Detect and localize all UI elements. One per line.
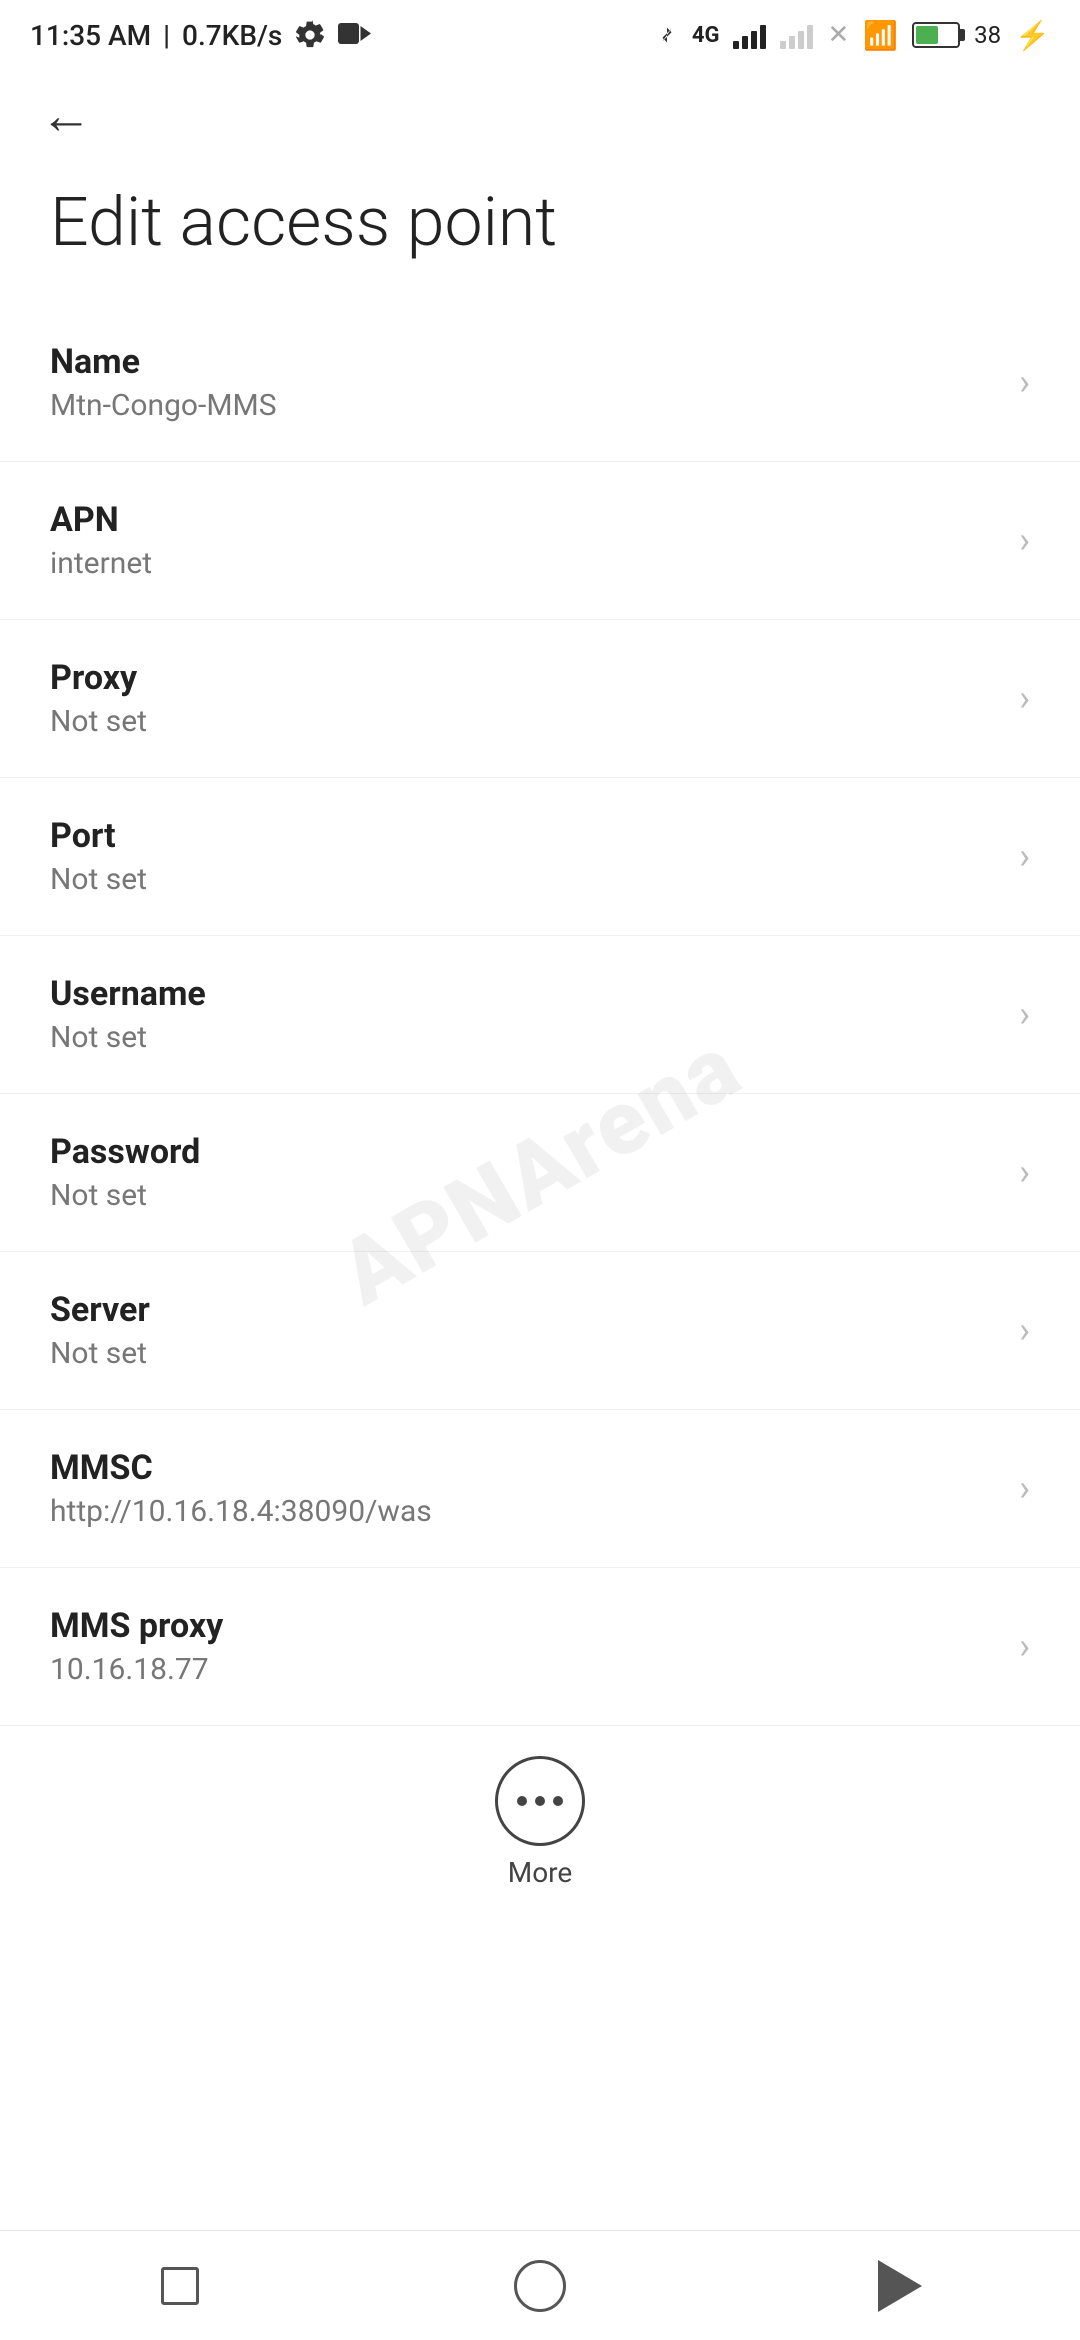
- settings-label-server: Server: [50, 1290, 999, 1330]
- settings-label-mmsc: MMSC: [50, 1448, 999, 1488]
- settings-item-password[interactable]: Password Not set ›: [0, 1094, 1080, 1252]
- settings-value-name: Mtn-Congo-MMS: [50, 388, 999, 423]
- settings-item-mms-proxy[interactable]: MMS proxy 10.16.18.77 ›: [0, 1568, 1080, 1726]
- settings-value-server: Not set: [50, 1336, 999, 1371]
- settings-label-proxy: Proxy: [50, 658, 999, 698]
- settings-item-mms-proxy-content: MMS proxy 10.16.18.77: [50, 1606, 999, 1687]
- status-right: 4G ✕ 📶 38 ⚡: [656, 19, 1050, 52]
- signal-bars-primary: [733, 21, 766, 49]
- settings-label-mms-proxy: MMS proxy: [50, 1606, 999, 1646]
- more-dot-1: [517, 1796, 527, 1806]
- chevron-name: ›: [1019, 361, 1030, 403]
- bluetooth-icon: [656, 20, 678, 50]
- battery-indicator: [912, 22, 960, 48]
- top-nav: ←: [0, 70, 1080, 152]
- settings-item-mmsc[interactable]: MMSC http://10.16.18.4:38090/was ›: [0, 1410, 1080, 1568]
- settings-item-server-content: Server Not set: [50, 1290, 999, 1371]
- nav-circle-icon: [514, 2260, 566, 2312]
- back-button[interactable]: ←: [40, 85, 92, 146]
- chevron-proxy: ›: [1019, 677, 1030, 719]
- signal-bars-secondary: [780, 21, 813, 49]
- settings-item-username[interactable]: Username Not set ›: [0, 936, 1080, 1094]
- more-dot-3: [553, 1796, 563, 1806]
- network-4g: 4G: [692, 23, 720, 48]
- settings-label-username: Username: [50, 974, 999, 1014]
- settings-item-port[interactable]: Port Not set ›: [0, 778, 1080, 936]
- settings-value-username: Not set: [50, 1020, 999, 1055]
- status-bar: 11:35 AM | 0.7KB/s 4G ✕ 📶 38 ⚡: [0, 0, 1080, 70]
- chevron-mmsc: ›: [1019, 1467, 1030, 1509]
- more-dot-2: [535, 1796, 545, 1806]
- settings-item-name-content: Name Mtn-Congo-MMS: [50, 342, 999, 423]
- settings-value-apn: internet: [50, 546, 999, 581]
- no-signal-icon: ✕: [827, 20, 849, 50]
- charging-icon: ⚡: [1015, 19, 1050, 52]
- page-title: Edit access point: [0, 152, 1080, 304]
- chevron-apn: ›: [1019, 519, 1030, 561]
- more-button[interactable]: [495, 1756, 585, 1846]
- settings-value-port: Not set: [50, 862, 999, 897]
- more-label: More: [508, 1856, 573, 1889]
- settings-label-name: Name: [50, 342, 999, 382]
- settings-item-server[interactable]: Server Not set ›: [0, 1252, 1080, 1410]
- settings-item-apn[interactable]: APN internet ›: [0, 462, 1080, 620]
- settings-value-proxy: Not set: [50, 704, 999, 739]
- more-button-area: More: [0, 1726, 1080, 1909]
- settings-item-proxy[interactable]: Proxy Not set ›: [0, 620, 1080, 778]
- chevron-password: ›: [1019, 1151, 1030, 1193]
- settings-item-proxy-content: Proxy Not set: [50, 658, 999, 739]
- settings-item-mmsc-content: MMSC http://10.16.18.4:38090/was: [50, 1448, 999, 1529]
- battery-fill: [916, 26, 938, 44]
- chevron-username: ›: [1019, 993, 1030, 1035]
- nav-back-button[interactable]: [855, 2241, 945, 2331]
- settings-icon: [294, 19, 326, 51]
- time-display: 11:35 AM: [30, 19, 151, 52]
- more-dots-icon: [517, 1796, 563, 1806]
- settings-label-apn: APN: [50, 500, 999, 540]
- nav-home-button[interactable]: [495, 2241, 585, 2331]
- speed-display: |: [163, 19, 170, 52]
- wifi-icon: 📶: [863, 19, 898, 52]
- settings-item-name[interactable]: Name Mtn-Congo-MMS ›: [0, 304, 1080, 462]
- settings-list: Name Mtn-Congo-MMS › APN internet › Prox…: [0, 304, 1080, 1726]
- settings-label-port: Port: [50, 816, 999, 856]
- settings-item-password-content: Password Not set: [50, 1132, 999, 1213]
- battery-percent: 38: [974, 21, 1001, 49]
- settings-item-username-content: Username Not set: [50, 974, 999, 1055]
- settings-value-mmsc: http://10.16.18.4:38090/was: [50, 1494, 999, 1529]
- video-icon: [338, 21, 374, 49]
- chevron-server: ›: [1019, 1309, 1030, 1351]
- chevron-mms-proxy: ›: [1019, 1625, 1030, 1667]
- status-left: 11:35 AM | 0.7KB/s: [30, 19, 374, 52]
- chevron-port: ›: [1019, 835, 1030, 877]
- speed-value: 0.7KB/s: [182, 19, 282, 52]
- bottom-nav: [0, 2230, 1080, 2340]
- nav-square-icon: [161, 2267, 199, 2305]
- settings-value-mms-proxy: 10.16.18.77: [50, 1652, 999, 1687]
- settings-item-apn-content: APN internet: [50, 500, 999, 581]
- settings-label-password: Password: [50, 1132, 999, 1172]
- nav-recents-button[interactable]: [135, 2241, 225, 2331]
- nav-triangle-icon: [878, 2260, 922, 2312]
- settings-item-port-content: Port Not set: [50, 816, 999, 897]
- settings-value-password: Not set: [50, 1178, 999, 1213]
